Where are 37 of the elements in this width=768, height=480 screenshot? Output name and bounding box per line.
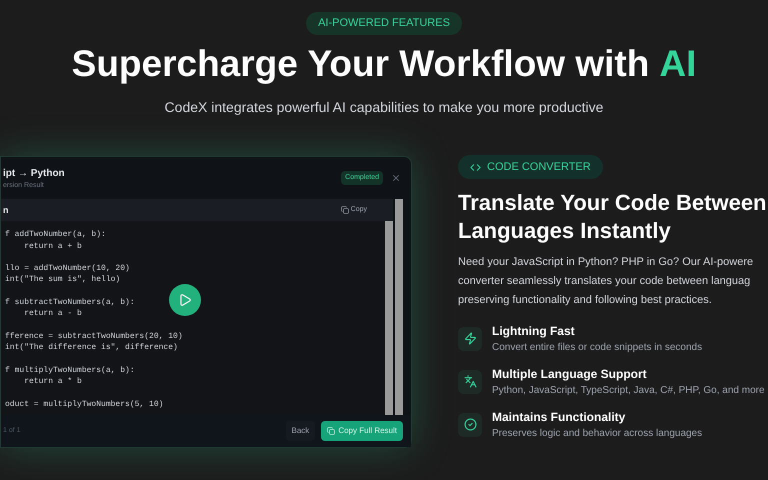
copy-icon [340, 206, 349, 214]
code-line: oduct = multiplyTwoNumbers(5, 10) [5, 398, 164, 410]
code-line: int("The difference is", difference) [5, 342, 178, 354]
code-line: int("The sum is", hello) [5, 274, 120, 286]
translate-icon [464, 375, 476, 388]
code-line: return a - b [23, 308, 82, 320]
check-circle-icon [464, 418, 476, 432]
feature-description: Need your JavaScript in Python? PHP in Go? Our AI-powere converter seamlessly translates your code between languag preserving functionality and following best practices. [458, 255, 754, 308]
feature-item-title: Maintains Functionality [492, 409, 626, 426]
feature-item-text: Preserves logic and behavior across languages [492, 427, 702, 442]
outer-scrollbar[interactable] [395, 199, 403, 415]
section-badge: AI-POWERED FEATURES [306, 12, 462, 34]
feature-item-title: Multiple Language Support [492, 366, 648, 384]
code-line: return a * b [23, 376, 82, 388]
code-icon [470, 162, 481, 172]
code-line: llo = addTwoNumber(10, 20) [5, 263, 130, 274]
code-line: return a + b [23, 240, 82, 252]
lightning-icon [464, 332, 476, 346]
code-line: f multiplyTwoNumbers(a, b): [5, 364, 135, 376]
code-line: f subtractTwoNumbers(a, b): [5, 297, 135, 308]
copy-icon [327, 426, 336, 435]
panel-label: n [3, 204, 8, 216]
feature-item-text: Convert entire files or code snippets in seconds [492, 341, 702, 356]
dialog-title: ipt → Python [3, 166, 65, 181]
play-icon [178, 292, 192, 307]
close-icon[interactable] [391, 173, 401, 183]
scrollbar[interactable] [385, 221, 393, 415]
code-line: f addTwoNumber(a, b): [5, 229, 106, 241]
badge-label: CODE CONVERTER [487, 160, 591, 175]
code-line: fference = subtractTwoNumbers(20, 10) [5, 330, 183, 342]
feature-item-title: Lightning Fast [492, 323, 576, 340]
back-button[interactable]: Back [286, 420, 316, 441]
hero-title: Supercharge Your Workflow with [72, 42, 650, 86]
feature-title: Translate Your Code Between Languages Instantly [458, 189, 768, 246]
feature-item-text: Python, JavaScript, TypeScript, Java, C#, PHP, Go, and more [492, 384, 765, 398]
hero-title-highlight: AI [659, 42, 696, 86]
hero-subtitle: CodeX integrates powerful AI capabilities to make you more productive [164, 98, 604, 117]
